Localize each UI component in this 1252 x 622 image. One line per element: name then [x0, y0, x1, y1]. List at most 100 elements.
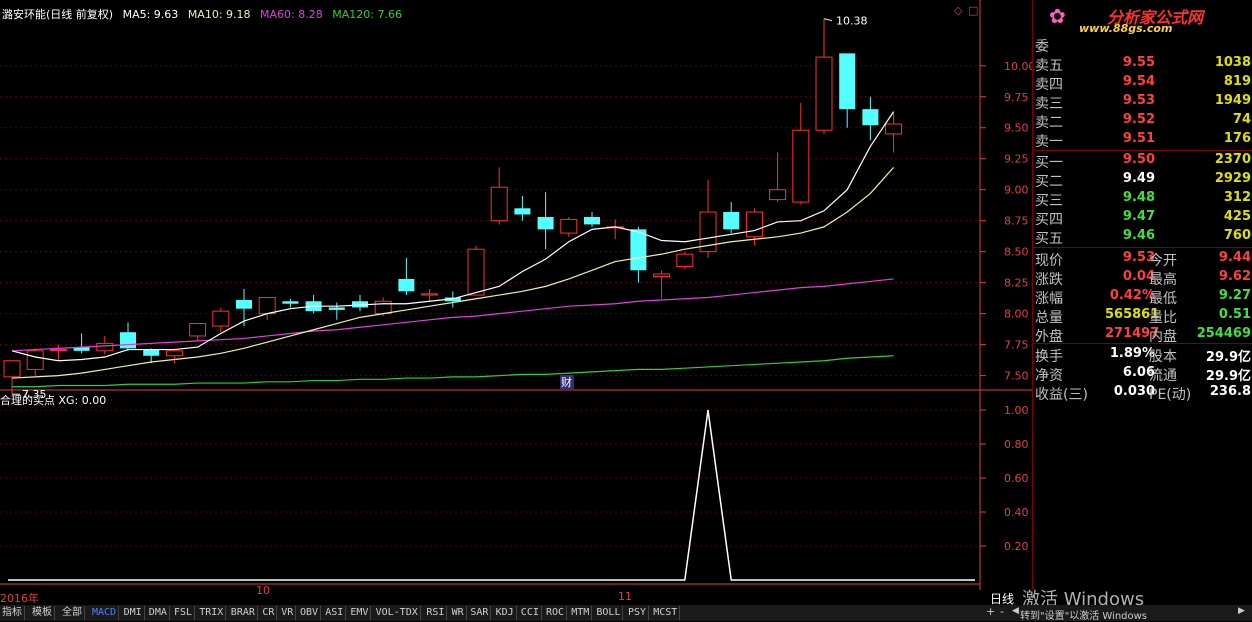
quote-q1: 总量	[1035, 310, 1063, 326]
y-tick-label: 8.00	[1004, 308, 1029, 321]
candle-body-up	[676, 253, 694, 268]
candle-body-up	[3, 360, 21, 378]
quote-v2: 236.8	[1209, 384, 1251, 399]
tab-mtm[interactable]: MTM	[569, 606, 593, 620]
tab-emv[interactable]: EMV	[348, 606, 372, 620]
tab-mcst[interactable]: MCST	[651, 606, 681, 620]
order-price: 9.48	[1122, 190, 1155, 205]
tab-boll[interactable]: BOLL	[594, 606, 624, 620]
tab-vr[interactable]: VR	[279, 606, 297, 620]
x-label-0: 2016年	[0, 592, 39, 605]
kline-svg[interactable]: 10.00 9.75 9.50 9.25 9.00 8.75 8.50 8.25 8.00 7.7…	[0, 0, 1032, 605]
stock-title: 潞安环能(日线 前复权)	[2, 8, 114, 21]
candle-body-up	[374, 300, 392, 315]
sell-row[interactable]: 卖四 9.54 819	[1035, 73, 1252, 93]
arrow-right-icon[interactable]: ▶	[1238, 606, 1245, 616]
tab-psy[interactable]: PSY	[626, 606, 650, 620]
quote-v2: 254469	[1196, 326, 1251, 341]
wei-label: 委	[1035, 39, 1049, 55]
y-tick-label: 7.75	[1004, 339, 1029, 352]
quote-q1: 涨幅	[1035, 291, 1063, 307]
tab-vol-tdx[interactable]: VOL-TDX	[374, 606, 421, 620]
order-label: 卖二	[1035, 115, 1063, 131]
y-tick-label: 9.75	[1004, 91, 1029, 104]
chart-area[interactable]: 10.00 9.75 9.50 9.25 9.00 8.75 8.50 8.25 8.00 7.7…	[0, 0, 1032, 590]
high-pointer	[823, 18, 833, 22]
ma60-line	[11, 278, 894, 352]
sell-row[interactable]: 卖二 9.52 74	[1035, 111, 1252, 131]
candle-body-down	[328, 307, 345, 310]
order-label: 卖五	[1035, 58, 1063, 74]
buy-row[interactable]: 买五 9.46 760	[1035, 227, 1252, 247]
signal-line	[8, 409, 975, 581]
ma10-label: MA10: 9.18	[187, 8, 251, 21]
order-label: 买二	[1035, 174, 1063, 190]
sell-row[interactable]: 卖一 9.51 176	[1035, 130, 1252, 150]
window-box-icon[interactable]: □	[968, 4, 978, 17]
tab-roc[interactable]: ROC	[544, 606, 568, 620]
candle-body-up	[792, 129, 810, 203]
tab-指标[interactable]: 指标	[0, 606, 25, 620]
buy-row[interactable]: 买三 9.48 312	[1035, 189, 1252, 209]
sub-y-tick-label: 0.60	[1004, 472, 1029, 485]
order-volume: 425	[1223, 209, 1251, 224]
arrow-left-icon[interactable]: ◀	[1012, 606, 1019, 616]
candle-body-down	[584, 216, 600, 225]
buy-row[interactable]: 买二 9.49 2929	[1035, 170, 1252, 190]
tab-全部[interactable]: 全部	[60, 606, 85, 620]
candle-body-up	[467, 248, 485, 296]
candle-body-up	[96, 342, 114, 352]
quote-row: 净资 6.06 流通 29.9亿	[1035, 364, 1252, 384]
order-price: 9.46	[1122, 228, 1155, 243]
quote-q2: 最高	[1149, 272, 1177, 288]
tab-模板[interactable]: 模板	[30, 606, 55, 620]
indicator-tab-bar: 指标 模板 全部 MACD DMI DMA FSL TRIX BRAR CR VR OBV ASI EMV…	[0, 605, 1252, 622]
tab-fsl[interactable]: FSL	[172, 606, 196, 620]
buy-row[interactable]: 买四 9.47 425	[1035, 208, 1252, 228]
quote-q2: 最低	[1149, 291, 1177, 307]
logo: ✿ 分析家公式网 www.88gs.com	[1049, 2, 1249, 35]
quote-panel: ✿ 分析家公式网 www.88gs.com 委 卖五 9.55 1038 卖四 9.54…	[1032, 0, 1252, 590]
tab-macd[interactable]: MACD	[90, 606, 120, 620]
tab-trix[interactable]: TRIX	[197, 606, 227, 620]
order-price: 9.51	[1122, 131, 1155, 146]
candle-body-up	[490, 186, 508, 222]
quote-q1: 现价	[1035, 253, 1063, 269]
order-volume: 760	[1223, 228, 1251, 243]
order-label: 卖四	[1035, 77, 1063, 93]
quote-row: 涨幅 0.42% 最低 9.27	[1035, 287, 1252, 307]
tab-obv[interactable]: OBV	[298, 606, 322, 620]
sell-row[interactable]: 卖三 9.53 1949	[1035, 92, 1252, 112]
quote-q2: 股本	[1149, 349, 1177, 365]
quote-v1: 0.42%	[1109, 288, 1155, 303]
quote-v2: 9.27	[1218, 288, 1251, 303]
diamond-icon[interactable]: ◇	[954, 4, 962, 17]
tab-wr[interactable]: WR	[450, 606, 467, 620]
tab-cr[interactable]: CR	[260, 606, 278, 620]
quote-q1: 涨跌	[1035, 272, 1063, 288]
candle-body-up	[212, 310, 230, 327]
quote-q2: PE(动)	[1149, 387, 1192, 403]
buy-row[interactable]: 买一 9.50 2370	[1035, 151, 1252, 171]
tab-dma[interactable]: DMA	[147, 606, 170, 620]
candle-body-up	[885, 123, 903, 135]
tab-rsi[interactable]: RSI	[424, 606, 448, 620]
quote-row: 外盘 271497 内盘 254469	[1035, 325, 1252, 345]
sub-y-tick-label: 1.00	[1004, 404, 1029, 417]
tab-kdj[interactable]: KDJ	[494, 606, 517, 620]
tab-brar[interactable]: BRAR	[229, 606, 258, 620]
quote-q2: 流通	[1149, 368, 1177, 384]
flower-icon: ✿	[1049, 4, 1066, 28]
sell-row[interactable]: 卖五 9.55 1038	[1035, 54, 1252, 74]
tab-cci[interactable]: CCI	[519, 606, 542, 620]
order-price: 9.53	[1122, 93, 1155, 108]
order-price: 9.47	[1122, 209, 1155, 224]
tab-dmi[interactable]: DMI	[122, 606, 145, 620]
tab-sar[interactable]: SAR	[468, 606, 492, 620]
candle-body-down	[120, 332, 136, 349]
minus-icon[interactable]: -	[1000, 605, 1004, 618]
candle-body-up	[745, 211, 763, 238]
plus-icon[interactable]: +	[986, 605, 995, 618]
tab-asi[interactable]: ASI	[323, 606, 347, 620]
high-label: 10.38	[836, 15, 868, 28]
